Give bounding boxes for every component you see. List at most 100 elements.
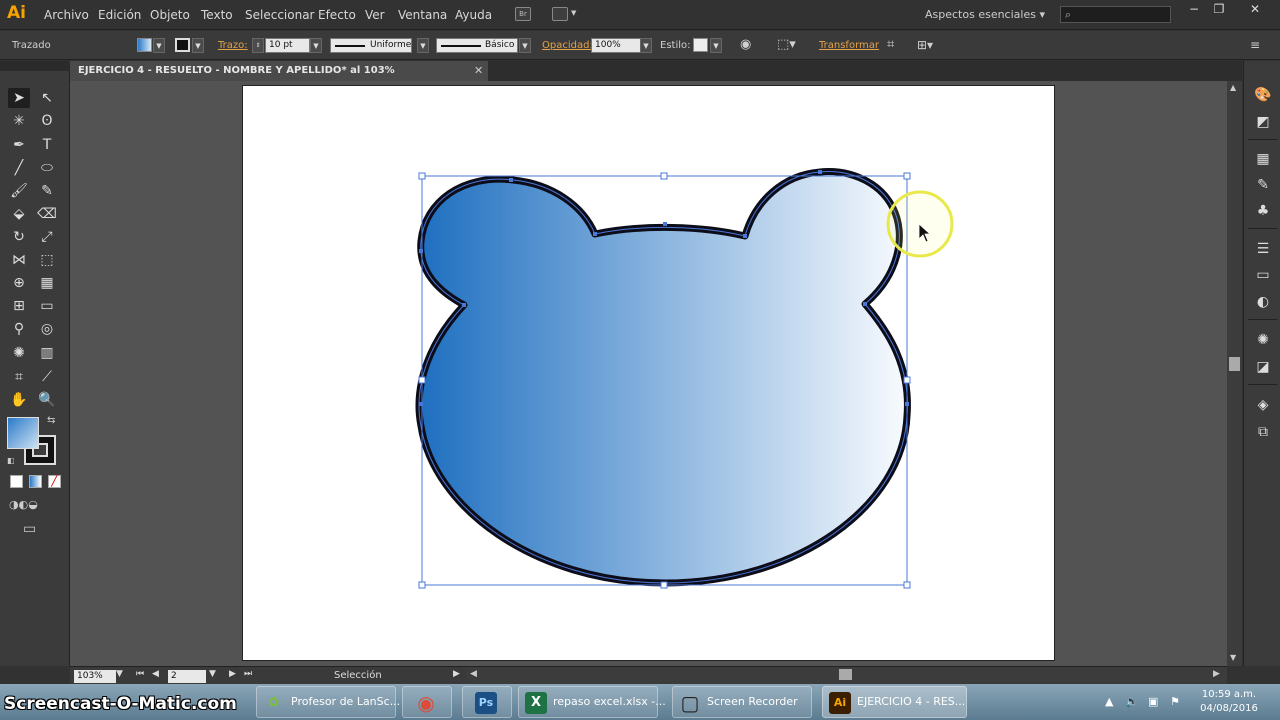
- anchor-point[interactable]: [663, 222, 667, 226]
- workspace-select[interactable]: Aspectos esenciales ▾: [925, 8, 1045, 21]
- symbols-panel-icon[interactable]: ♣: [1253, 201, 1273, 221]
- anchor-point[interactable]: [905, 402, 909, 406]
- document-tab[interactable]: EJERCICIO 4 - RESUELTO - NOMBRE Y APELLI…: [70, 61, 488, 96]
- perspective-grid-tool-icon[interactable]: ▦: [36, 273, 58, 293]
- pencil-tool-icon[interactable]: ✎: [36, 181, 58, 201]
- status-menu-icon[interactable]: ▶: [453, 669, 460, 679]
- artboard[interactable]: [242, 85, 1055, 661]
- artwork-canvas[interactable]: [243, 86, 1056, 662]
- arrange-icon[interactable]: ⊞▾: [917, 38, 933, 52]
- scroll-left-icon[interactable]: ◀: [470, 669, 477, 679]
- blob-brush-tool-icon[interactable]: ⬙: [8, 204, 30, 224]
- fill-swatch[interactable]: [7, 417, 39, 449]
- graphic-style-swatch[interactable]: [693, 38, 708, 52]
- line-tool-icon[interactable]: ╱: [8, 158, 30, 178]
- artboard-tool-icon[interactable]: ⌗: [8, 367, 30, 387]
- anchor-point[interactable]: [818, 170, 822, 174]
- horizontal-scroll-thumb[interactable]: [839, 669, 852, 680]
- vertical-scrollbar[interactable]: ▲ ▼: [1227, 81, 1242, 666]
- close-tab-icon[interactable]: ✕: [474, 61, 483, 81]
- arrange-documents-icon[interactable]: [552, 7, 568, 21]
- first-artboard-icon[interactable]: ⏮: [136, 669, 144, 679]
- anchor-point[interactable]: [593, 232, 597, 236]
- slice-tool-icon[interactable]: ⟋: [36, 367, 58, 387]
- default-fill-stroke-icon[interactable]: ◧: [7, 456, 15, 465]
- opacity-dropdown[interactable]: ▼: [640, 38, 652, 53]
- handle-top-left[interactable]: [418, 172, 426, 180]
- color-guide-icon[interactable]: ◩: [1253, 112, 1273, 132]
- fill-color-swatch[interactable]: [137, 38, 152, 52]
- next-artboard-icon[interactable]: ▶: [229, 669, 236, 679]
- pen-tool-icon[interactable]: ✒: [8, 135, 30, 155]
- type-tool-icon[interactable]: T: [36, 135, 58, 155]
- width-tool-icon[interactable]: ⋈: [8, 250, 30, 270]
- menu-ventana[interactable]: Ventana: [398, 8, 447, 22]
- taskbar-item-excel[interactable]: X repaso excel.xlsx -...: [518, 686, 666, 718]
- ellipse-tool-icon[interactable]: ⬭: [36, 158, 58, 178]
- pasteboard[interactable]: [70, 81, 1227, 666]
- stroke-weight-stepper[interactable]: ⇕: [252, 38, 264, 53]
- swatches-panel-icon[interactable]: ▦: [1253, 149, 1273, 169]
- direct-selection-tool-icon[interactable]: ↖: [36, 88, 58, 108]
- taskbar-item-browser-profesor[interactable]: ✿ Profesor de LanSc...: [256, 686, 400, 718]
- minimize-button[interactable]: −: [1183, 2, 1205, 18]
- scroll-right-icon[interactable]: ▶: [1213, 669, 1220, 679]
- paintbrush-tool-icon[interactable]: 🖌: [8, 181, 30, 201]
- handle-bottom-right[interactable]: [903, 581, 911, 589]
- zoom-dropdown-icon[interactable]: ▼: [116, 669, 123, 679]
- stroke-dropdown-arrow[interactable]: ▼: [192, 38, 204, 53]
- stroke-color-swatch[interactable]: [175, 38, 190, 52]
- rotate-tool-icon[interactable]: ↻: [8, 227, 30, 247]
- artboard-dropdown-icon[interactable]: ▼: [209, 669, 216, 679]
- menu-objeto[interactable]: Objeto: [150, 8, 190, 22]
- isolate-group-icon[interactable]: ⌗: [887, 37, 894, 52]
- system-clock[interactable]: 10:59 a.m. 04/08/2016: [1196, 688, 1262, 716]
- menu-edicion[interactable]: Edición: [98, 8, 141, 22]
- artboards-panel-icon[interactable]: ⧉: [1253, 422, 1273, 442]
- last-artboard-icon[interactable]: ⏭: [244, 669, 252, 679]
- bear-head-shape[interactable]: [415, 167, 911, 587]
- recolor-artwork-icon[interactable]: ◉: [740, 37, 751, 52]
- scale-tool-icon[interactable]: ⤢: [36, 227, 58, 247]
- mesh-tool-icon[interactable]: ⊞: [8, 296, 30, 316]
- brush-dropdown[interactable]: ▼: [519, 38, 531, 53]
- anchor-point[interactable]: [863, 302, 867, 306]
- handle-top-right[interactable]: [903, 172, 911, 180]
- align-icon[interactable]: ⬚▾: [777, 37, 796, 52]
- selection-tool-icon[interactable]: ➤: [8, 88, 30, 108]
- help-search-input[interactable]: ⌕: [1060, 6, 1171, 23]
- lasso-tool-icon[interactable]: ʘ: [36, 111, 58, 131]
- variable-width-profile[interactable]: Uniforme: [330, 38, 412, 53]
- brush-definition[interactable]: Básico: [436, 38, 518, 53]
- stroke-panel-link[interactable]: Trazo:: [218, 40, 248, 51]
- anchor-point[interactable]: [419, 402, 423, 406]
- network-icon[interactable]: ▣: [1148, 695, 1158, 708]
- zoom-field[interactable]: 103%: [74, 670, 116, 683]
- handle-middle-left[interactable]: [418, 376, 426, 384]
- menu-ver[interactable]: Ver: [365, 8, 385, 22]
- style-dropdown[interactable]: ▼: [710, 38, 722, 53]
- opacity-panel-link[interactable]: Opacidad:: [542, 40, 593, 51]
- close-button[interactable]: ✕: [1244, 2, 1266, 18]
- shape-builder-tool-icon[interactable]: ⊕: [8, 273, 30, 293]
- stroke-weight-dropdown[interactable]: ▼: [310, 38, 322, 53]
- fill-dropdown-arrow[interactable]: ▼: [153, 38, 165, 53]
- hand-tool-icon[interactable]: ✋: [8, 390, 30, 410]
- anchor-point[interactable]: [743, 234, 747, 238]
- free-transform-tool-icon[interactable]: ⬚: [36, 250, 58, 270]
- menu-archivo[interactable]: Archivo: [44, 8, 89, 22]
- stroke-weight-field[interactable]: 10 pt: [265, 38, 310, 53]
- opacity-field[interactable]: 100%: [591, 38, 641, 53]
- menu-efecto[interactable]: Efecto: [318, 8, 356, 22]
- action-center-icon[interactable]: ⚑: [1170, 695, 1180, 708]
- swap-fill-stroke-icon[interactable]: ⇆: [47, 415, 55, 426]
- transform-panel-link[interactable]: Transformar: [819, 40, 879, 51]
- handle-top-center[interactable]: [660, 172, 668, 180]
- eraser-tool-icon[interactable]: ⌫: [36, 204, 58, 224]
- color-mode-icon[interactable]: [10, 475, 23, 488]
- restore-button[interactable]: ❐: [1208, 2, 1230, 18]
- appearance-panel-icon[interactable]: ✺: [1253, 330, 1273, 350]
- screen-mode-icon[interactable]: ▭: [23, 521, 36, 537]
- zoom-tool-icon[interactable]: 🔍: [36, 390, 58, 410]
- profile-dropdown[interactable]: ▼: [417, 38, 429, 53]
